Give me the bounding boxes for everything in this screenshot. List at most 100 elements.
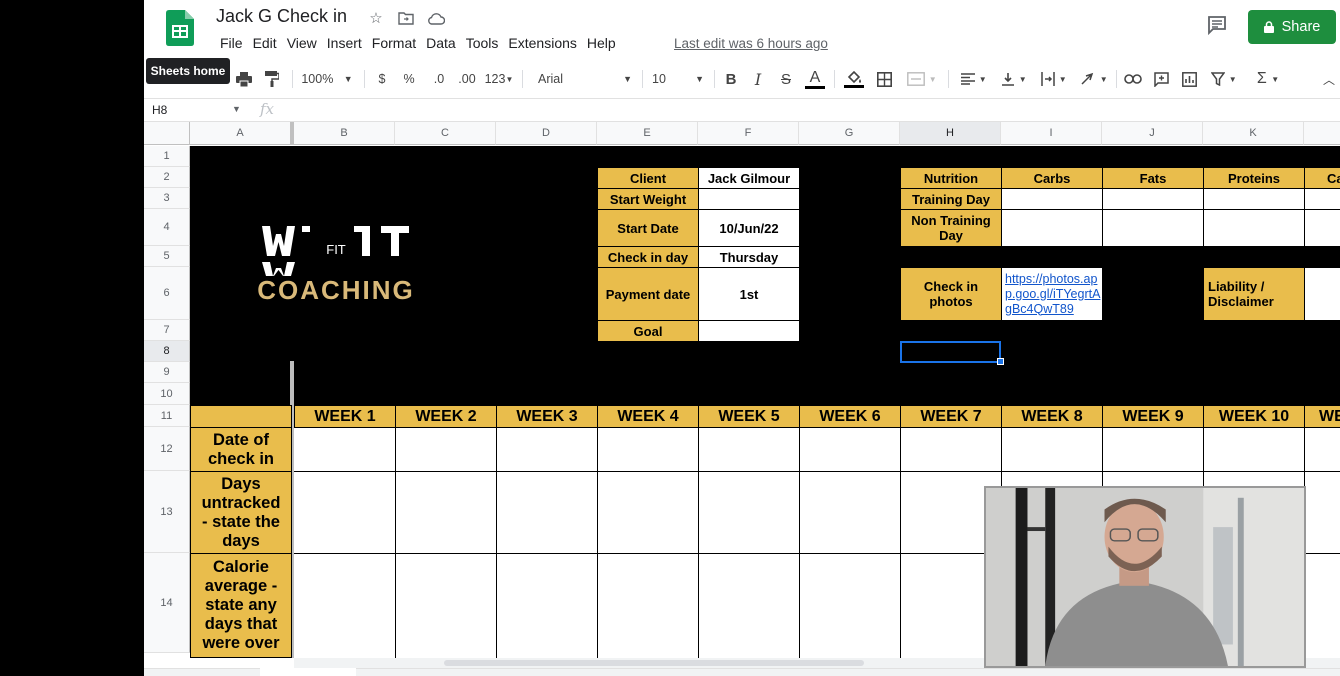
- column-header[interactable]: B: [294, 122, 395, 145]
- paint-format-icon[interactable]: [262, 66, 282, 92]
- document-title[interactable]: Jack G Check in: [216, 6, 347, 27]
- week-header[interactable]: WEEK 7: [900, 405, 1002, 428]
- column-header[interactable]: [1304, 122, 1340, 145]
- active-sheet-tab[interactable]: [260, 668, 356, 676]
- non-training-day-calories[interactable]: [1304, 209, 1340, 247]
- check-in-photos-link[interactable]: https://photos.app.goo.gl/iTYegrtAgBc4Qw…: [1001, 267, 1103, 321]
- more-formats-select[interactable]: 123 ▼: [482, 66, 516, 92]
- training-day-proteins[interactable]: [1203, 188, 1305, 210]
- weeks-corner-cell[interactable]: [190, 405, 292, 428]
- print-icon[interactable]: [234, 66, 254, 92]
- week-header[interactable]: WEEK 4: [597, 405, 699, 428]
- week-header[interactable]: WE: [1304, 405, 1340, 428]
- row-header[interactable]: 9: [144, 362, 190, 383]
- decrease-decimal-button[interactable]: .0: [428, 66, 450, 92]
- non-training-day-carbs[interactable]: [1001, 209, 1103, 247]
- week-header[interactable]: WEEK 2: [395, 405, 497, 428]
- column-header[interactable]: G: [799, 122, 900, 145]
- check-in-day-value[interactable]: Thursday: [698, 246, 800, 268]
- non-training-day-label[interactable]: Non Training Day: [900, 209, 1002, 247]
- calorie-average-label[interactable]: Calorie average - state any days that we…: [190, 553, 292, 658]
- column-header[interactable]: H: [900, 122, 1001, 145]
- row-header[interactable]: 4: [144, 209, 190, 246]
- start-weight-label[interactable]: Start Weight: [597, 188, 699, 210]
- liability-value[interactable]: [1304, 267, 1340, 321]
- menu-format[interactable]: Format: [367, 35, 421, 51]
- italic-button[interactable]: I: [749, 66, 767, 92]
- share-button[interactable]: Share: [1248, 10, 1336, 44]
- column-header[interactable]: J: [1102, 122, 1203, 145]
- percent-format-button[interactable]: %: [401, 66, 417, 92]
- font-size-select[interactable]: 10 ▼: [652, 66, 704, 92]
- days-untracked-label[interactable]: Days untracked - state the days: [190, 471, 292, 554]
- liability-label[interactable]: Liability / Disclaimer: [1203, 267, 1305, 321]
- sheets-logo-icon[interactable]: [166, 10, 194, 46]
- week-header[interactable]: WEEK 6: [799, 405, 901, 428]
- week-header[interactable]: WEEK 1: [294, 405, 396, 428]
- strikethrough-button[interactable]: S: [777, 66, 795, 92]
- fill-handle[interactable]: [997, 358, 1004, 365]
- merge-cells-icon[interactable]: ▼: [902, 66, 942, 92]
- selected-cell-h8[interactable]: [900, 341, 1001, 363]
- name-box[interactable]: H8: [152, 103, 167, 117]
- payment-date-value[interactable]: 1st: [698, 267, 800, 321]
- row-header[interactable]: 3: [144, 188, 190, 209]
- column-header[interactable]: K: [1203, 122, 1304, 145]
- row-header[interactable]: 6: [144, 267, 190, 320]
- menu-view[interactable]: View: [282, 35, 322, 51]
- zoom-select[interactable]: 100% ▼: [301, 66, 352, 92]
- row-header[interactable]: 8: [144, 341, 190, 362]
- row-header[interactable]: 13: [144, 471, 190, 553]
- last-edit-link[interactable]: Last edit was 6 hours ago: [674, 36, 828, 51]
- menu-data[interactable]: Data: [421, 35, 461, 51]
- insert-chart-icon[interactable]: [1178, 66, 1200, 92]
- functions-icon[interactable]: Σ ▼: [1250, 66, 1286, 92]
- currency-format-button[interactable]: $: [374, 66, 390, 92]
- filter-icon[interactable]: ▼: [1206, 66, 1242, 92]
- row-header[interactable]: 5: [144, 246, 190, 267]
- start-date-value[interactable]: 10/Jun/22: [698, 209, 800, 247]
- row-header[interactable]: 2: [144, 167, 190, 188]
- menu-insert[interactable]: Insert: [322, 35, 367, 51]
- move-folder-icon[interactable]: [396, 8, 416, 28]
- goal-label[interactable]: Goal: [597, 320, 699, 342]
- payment-date-label[interactable]: Payment date: [597, 267, 699, 321]
- row-header[interactable]: 10: [144, 383, 190, 405]
- training-day-label[interactable]: Training Day: [900, 188, 1002, 210]
- client-label[interactable]: Client: [597, 167, 699, 189]
- insert-comment-icon[interactable]: [1150, 66, 1172, 92]
- row-header[interactable]: 14: [144, 553, 190, 653]
- font-family-select[interactable]: Arial ▼: [538, 66, 632, 92]
- column-header[interactable]: A: [190, 122, 291, 145]
- scrollbar-thumb[interactable]: [444, 660, 864, 666]
- client-value[interactable]: Jack Gilmour: [698, 167, 800, 189]
- goal-value[interactable]: [698, 320, 800, 342]
- star-icon[interactable]: ☆: [366, 8, 386, 28]
- week-header[interactable]: WEEK 10: [1203, 405, 1305, 428]
- column-header[interactable]: C: [395, 122, 496, 145]
- non-training-day-proteins[interactable]: [1203, 209, 1305, 247]
- frozen-column-divider[interactable]: [290, 122, 294, 145]
- menu-tools[interactable]: Tools: [461, 35, 504, 51]
- date-of-check-in-label[interactable]: Date of check in: [190, 427, 292, 472]
- week-header[interactable]: WEEK 9: [1102, 405, 1204, 428]
- bold-button[interactable]: B: [722, 66, 740, 92]
- menu-help[interactable]: Help: [582, 35, 621, 51]
- text-color-button[interactable]: A: [804, 66, 826, 92]
- start-weight-value[interactable]: [698, 188, 800, 210]
- column-header[interactable]: E: [597, 122, 698, 145]
- select-all-corner[interactable]: [144, 122, 190, 145]
- increase-decimal-button[interactable]: .00: [454, 66, 480, 92]
- cloud-status-icon[interactable]: [426, 8, 446, 28]
- training-day-fats[interactable]: [1102, 188, 1204, 210]
- row-header[interactable]: 11: [144, 405, 190, 427]
- row-header[interactable]: 12: [144, 427, 190, 471]
- check-in-photos-label[interactable]: Check in photos: [900, 267, 1002, 321]
- week-header[interactable]: WEEK 5: [698, 405, 800, 428]
- carbs-header[interactable]: Carbs: [1001, 167, 1103, 189]
- text-wrap-icon[interactable]: ▼: [1036, 66, 1072, 92]
- week-header[interactable]: WEEK 3: [496, 405, 598, 428]
- text-rotation-icon[interactable]: ▼: [1076, 66, 1112, 92]
- fats-header[interactable]: Fats: [1102, 167, 1204, 189]
- comment-history-icon[interactable]: [1206, 14, 1228, 36]
